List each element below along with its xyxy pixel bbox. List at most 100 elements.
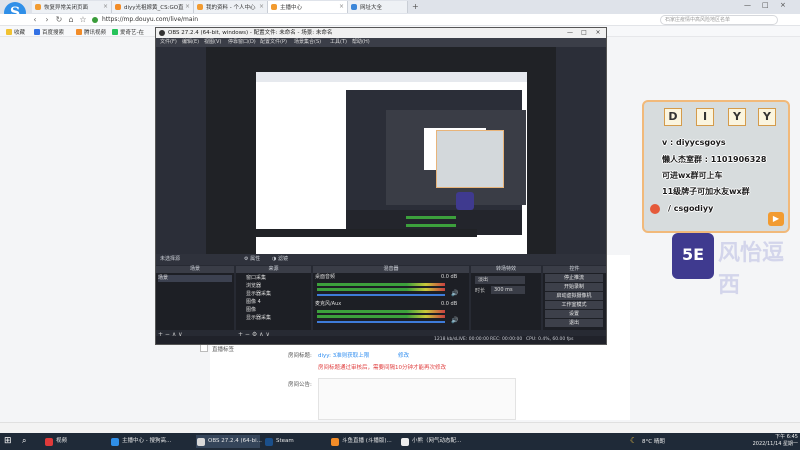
menu-profile[interactable]: 配置文件(P) [260,38,287,47]
source-item[interactable]: 显示器采集 [238,291,309,298]
source-toolbar: 未选择源 ⚙ 属性 ◑ 滤镜 [156,254,606,265]
tab-profile[interactable]: 我的资料 - 个人中心 × [194,1,268,13]
announce-textarea[interactable] [318,378,516,420]
menu-edit[interactable]: 编辑(E) [182,38,199,47]
scenes-list: 场景 [156,273,234,330]
volume-slider[interactable] [317,321,445,323]
transitions-panel: 淡出 时长 300 ms [471,273,541,330]
tab-restore[interactable]: 恢复异常关闭页面 × [32,1,112,13]
minimize-button[interactable]: — [744,1,751,9]
taskbar: ⊞ ⌕ 视频 主播中心 - 搜狗高... OBS 27.2.4 (64-bi..… [0,433,800,450]
window-controls: — □ × [740,1,798,13]
stop-stream-button[interactable]: 停止推流 [545,274,603,282]
virtual-camera-button[interactable]: 启动虚拟摄像机 [545,292,603,300]
reload-button[interactable]: ↻ [54,15,64,25]
baidu-icon [34,29,40,35]
duration-input[interactable]: 300 ms [491,286,525,294]
task-steam[interactable]: Steam [264,435,324,448]
close-button[interactable]: × [592,28,604,38]
audio-mixer: 桌面音频 0.0 dB 🔊 麦克风/Aux 0.0 dB 🔊 [313,273,469,330]
bear-icon [401,438,409,446]
properties-button[interactable]: ⚙ 属性 [244,254,260,265]
duration-label: 时长 [475,288,486,294]
fav-item[interactable]: 爱奇艺-在 [112,28,144,36]
weather-text[interactable]: 8°C 晴朗 [642,437,665,445]
menu-scene-collection[interactable]: 场景集合(S) [294,38,321,47]
maximize-button[interactable]: □ [578,28,590,38]
sources-dock-title: 来源 [236,266,311,273]
menu-view[interactable]: 视图(V) [204,38,221,47]
mixer-track: 桌面音频 0.0 dB [315,274,458,280]
inner-badge [456,192,474,210]
browser-tab-bar: 恢复异常关闭页面 × diyy光祖嫁黄_CS:GO直 × 我的资料 - 个人中心 × … [0,0,800,14]
letter-tile: I [696,108,714,126]
page-icon [35,4,41,10]
start-record-button[interactable]: 开始录制 [545,283,603,291]
fav-item[interactable]: 收藏 [6,28,25,36]
tab-streamer-center[interactable]: 主播中心 × [268,1,348,13]
overlay-line: / csgodiyy [668,204,714,213]
clock[interactable]: 下午 6:45 2022/11/14 星期一 [752,434,798,448]
home-button[interactable]: ⌂ [66,15,76,25]
maximize-button[interactable]: □ [762,1,769,9]
fav-item[interactable]: 百度搜索 [34,28,64,36]
source-item[interactable]: 浏览器 [238,283,309,290]
task-video[interactable]: 视频 [44,435,106,448]
page-icon [351,4,357,10]
star-icon[interactable]: ☆ [78,15,88,25]
scenes-dock-title: 场景 [156,266,234,273]
overlay-line: 可进wx群可上车 [662,171,723,180]
obs-preview[interactable] [206,47,556,259]
mixer-dock-title: 混音器 [313,266,469,273]
inner-taskbar [206,229,477,237]
source-item[interactable]: 图像 4 [238,299,309,306]
back-button[interactable]: ‹ [30,15,40,25]
search-icon[interactable]: ⌕ [22,436,26,446]
menu-file[interactable]: 文件(F) [160,38,177,47]
speaker-icon[interactable]: 🔊 [451,317,458,324]
source-item[interactable]: 图像 [238,307,309,314]
volume-meter [317,283,445,286]
speaker-icon[interactable]: 🔊 [451,290,458,297]
task-browser[interactable]: 主播中心 - 搜狗高... [110,435,190,448]
live-checkbox[interactable] [200,344,208,352]
filters-button[interactable]: ◑ 滤镜 [272,254,288,265]
close-button[interactable]: × [780,1,786,9]
overlay-line: v : diyycsgoys [662,138,726,147]
settings-button[interactable]: 设置 [545,310,603,318]
letter-tile: Y [758,108,776,126]
topic-edit-link[interactable]: 修改 [398,351,409,359]
exit-button[interactable]: 退出 [545,319,603,327]
topic-label: 房间标题: [288,353,312,359]
tab-nav[interactable]: 网址大全 [348,1,408,13]
menu-help[interactable]: 帮助(H) [352,38,370,47]
weibo-icon [650,204,660,214]
transition-select[interactable]: 淡出 [475,276,525,284]
task-douyu[interactable]: 斗鱼直播 (斗播版)... [330,435,398,448]
close-icon[interactable]: × [259,3,264,10]
source-item[interactable]: 窗口采集 [238,275,309,282]
fav-item[interactable]: 腾讯视频 [76,28,106,36]
volume-meter [317,288,445,291]
search-input[interactable]: 石家庄疫情中高风险地区名单 [660,15,778,25]
url-field[interactable]: https://mp.douyu.com/live/main [92,15,512,25]
start-icon[interactable]: ⊞ [4,436,12,446]
page-icon [197,4,203,10]
tab-diyy[interactable]: diyy光祖嫁黄_CS:GO直 × [112,1,194,13]
overlay-line: 11级牌子可加水友wx群 [662,187,750,196]
close-icon[interactable]: × [103,3,108,10]
source-item[interactable]: 显示器采集 [238,315,309,322]
lock-icon [92,17,98,23]
minimize-button[interactable]: — [564,28,576,38]
volume-slider[interactable] [317,294,445,296]
task-obs[interactable]: OBS 27.2.4 (64-bi... [196,435,262,448]
task-xiaoxiong[interactable]: 小熊（网气动态配... [400,435,470,448]
scene-item[interactable]: 场景 [158,275,232,282]
studio-mode-button[interactable]: 工作室模式 [545,301,603,309]
menu-docks[interactable]: 停靠窗口(D) [228,38,256,47]
menu-tools[interactable]: 工具(T) [330,38,347,47]
forward-button[interactable]: › [42,15,52,25]
new-tab-button[interactable]: + [412,2,419,11]
close-icon[interactable]: × [185,3,190,10]
close-icon[interactable]: × [339,3,344,10]
